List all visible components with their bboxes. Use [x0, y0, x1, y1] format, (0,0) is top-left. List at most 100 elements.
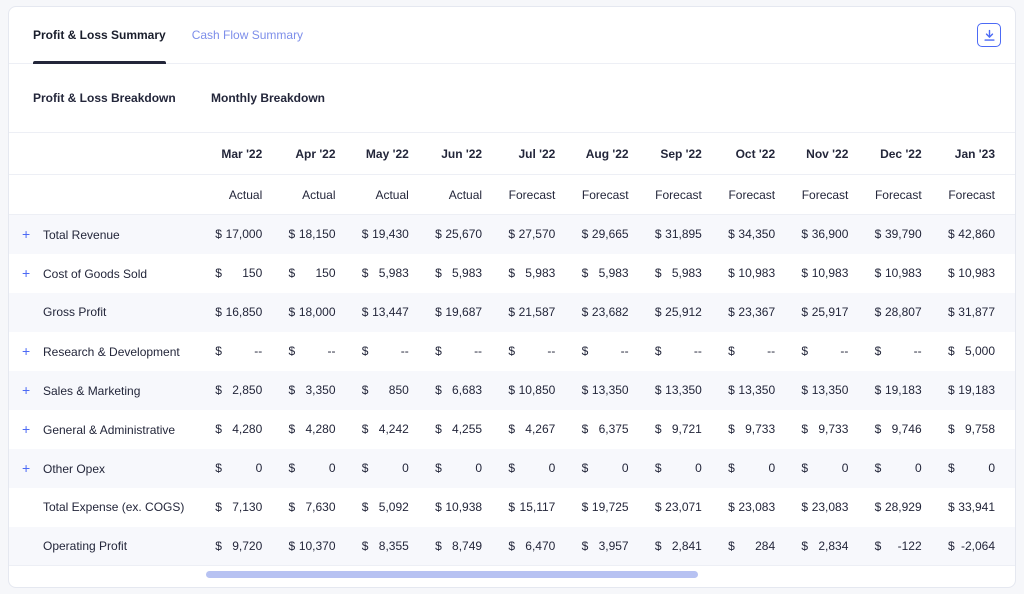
tab-cash-flow-summary[interactable]: Cash Flow Summary [192, 7, 303, 63]
value-cell: $10,938 [429, 488, 502, 527]
value-cell: $10,983 [722, 254, 795, 293]
month-header: Sep '22 [649, 133, 722, 175]
row-label-cell: +Research & Development [9, 332, 209, 371]
amount: 10,850 [519, 383, 556, 397]
row-label: Cost of Goods Sold [37, 267, 147, 281]
currency-symbol: $ [362, 500, 369, 514]
horizontal-scrollbar[interactable] [206, 571, 698, 578]
value-cell: $27,570 [502, 215, 575, 254]
download-button[interactable] [977, 23, 1001, 47]
month-header: Nov '22 [795, 133, 868, 175]
currency-symbol: $ [435, 539, 442, 553]
table-row: +Cost of Goods Sold$150$150$5,983$5,983$… [9, 254, 1015, 293]
amount: 8,749 [452, 539, 482, 553]
currency-symbol: $ [801, 461, 808, 475]
currency-symbol: $ [728, 305, 735, 319]
value-cell: $0 [429, 449, 502, 488]
tab-profit-loss-summary[interactable]: Profit & Loss Summary [33, 7, 166, 63]
expand-plus-icon[interactable]: + [22, 265, 37, 281]
table-row: +Research & Development$--$--$--$--$--$-… [9, 332, 1015, 371]
value-cell: $0 [282, 449, 355, 488]
amount: 10,983 [958, 266, 995, 280]
amount: 0 [256, 461, 263, 475]
monthly-breakdown-title: Monthly Breakdown [211, 91, 325, 105]
amount: 19,687 [445, 305, 482, 319]
currency-symbol: $ [801, 305, 808, 319]
amount: 18,150 [299, 227, 336, 241]
currency-symbol: $ [362, 422, 369, 436]
value-cell: $23,071 [649, 488, 722, 527]
currency-symbol: $ [215, 539, 222, 553]
amount: 9,746 [892, 422, 922, 436]
currency-symbol: $ [289, 422, 296, 436]
value-cell: $8,355 [356, 527, 429, 566]
currency-symbol: $ [435, 422, 442, 436]
pnl-table: Mar '22Apr '22May '22Jun '22Jul '22Aug '… [9, 133, 1015, 566]
value-cell: $-- [575, 332, 648, 371]
amount: -- [694, 344, 702, 358]
row-label: Total Revenue [37, 228, 120, 242]
value-cell: $13,350 [575, 371, 648, 410]
value-cell: $-- [282, 332, 355, 371]
amount: 7,130 [232, 500, 262, 514]
value-cell: $10,370 [282, 527, 355, 566]
amount: 9,733 [745, 422, 775, 436]
row-label: Research & Development [37, 345, 180, 359]
amount: 0 [549, 461, 556, 475]
expand-plus-icon[interactable]: + [22, 421, 37, 437]
month-header: Jan '23 [942, 133, 1015, 175]
currency-symbol: $ [289, 344, 296, 358]
value-cell: $13,350 [722, 371, 795, 410]
value-cell: $23,682 [575, 293, 648, 332]
amount: -- [474, 344, 482, 358]
value-cell: $0 [575, 449, 648, 488]
currency-symbol: $ [655, 422, 662, 436]
amount: 4,280 [306, 422, 336, 436]
currency-symbol: $ [801, 422, 808, 436]
value-cell: $-- [356, 332, 429, 371]
amount: -- [254, 344, 262, 358]
amount: 21,587 [519, 305, 556, 319]
amount: 9,721 [672, 422, 702, 436]
currency-symbol: $ [948, 266, 955, 280]
value-cell: $19,430 [356, 215, 429, 254]
expand-plus-icon[interactable]: + [22, 343, 37, 359]
value-cell: $18,150 [282, 215, 355, 254]
currency-symbol: $ [655, 227, 662, 241]
currency-symbol: $ [728, 422, 735, 436]
currency-symbol: $ [582, 461, 589, 475]
amount: 23,083 [738, 500, 775, 514]
currency-symbol: $ [801, 383, 808, 397]
column-type-label: Forecast [649, 175, 722, 215]
download-icon [983, 29, 996, 42]
amount: 39,790 [885, 227, 922, 241]
value-cell: $150 [209, 254, 282, 293]
expand-plus-icon[interactable]: + [22, 382, 37, 398]
row-label-cell: +General & Administrative [9, 410, 209, 449]
amount: 17,000 [226, 227, 263, 241]
row-label-cell: +Cost of Goods Sold [9, 254, 209, 293]
month-header: May '22 [356, 133, 429, 175]
amount: 0 [915, 461, 922, 475]
table-row: Total Expense (ex. COGS)$7,130$7,630$5,0… [9, 488, 1015, 527]
amount: 18,000 [299, 305, 336, 319]
currency-symbol: $ [582, 500, 589, 514]
expand-plus-icon[interactable]: + [22, 226, 37, 242]
value-cell: $15,117 [502, 488, 575, 527]
currency-symbol: $ [582, 539, 589, 553]
value-cell: $33,941 [942, 488, 1015, 527]
column-type-label: Actual [429, 175, 502, 215]
amount: 23,083 [812, 500, 849, 514]
value-cell: $-2,064 [942, 527, 1015, 566]
currency-symbol: $ [728, 266, 735, 280]
value-cell: $0 [868, 449, 941, 488]
currency-symbol: $ [508, 383, 515, 397]
amount: 0 [475, 461, 482, 475]
expand-plus-icon[interactable]: + [22, 460, 37, 476]
value-cell: $28,807 [868, 293, 941, 332]
currency-symbol: $ [362, 305, 369, 319]
row-label-cell: Gross Profit [9, 293, 209, 332]
amount: 25,670 [445, 227, 482, 241]
value-cell: $-122 [868, 527, 941, 566]
table-row: +Total Revenue$17,000$18,150$19,430$25,6… [9, 215, 1015, 254]
